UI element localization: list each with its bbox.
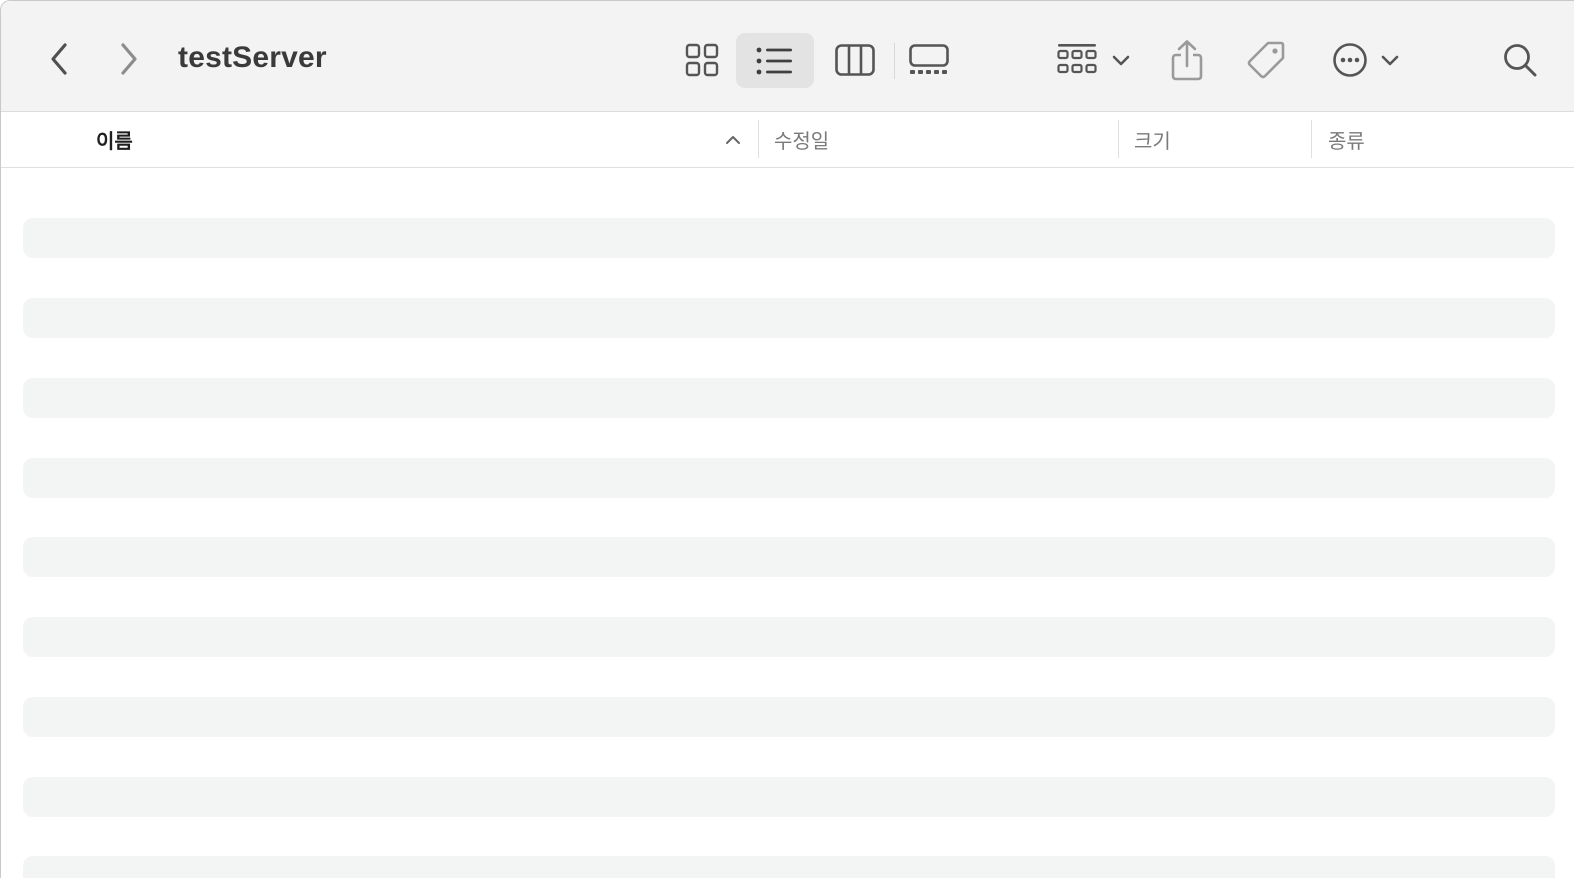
chevron-down-icon — [1112, 55, 1130, 66]
search-icon — [1504, 44, 1537, 77]
group-grid-icon — [1057, 44, 1097, 74]
loading-placeholder-row — [23, 378, 1555, 418]
column-date-modified-header[interactable]: 수정일 — [774, 112, 1114, 166]
file-list — [1, 168, 1574, 878]
loading-placeholder-row — [23, 697, 1555, 737]
column-kind-header[interactable]: 종류 — [1328, 112, 1558, 166]
more-actions-button[interactable] — [1326, 34, 1406, 86]
view-as-list-button[interactable] — [736, 33, 814, 88]
finder-window: testServer 이름 수정일 크기 종류 — [0, 0, 1574, 878]
share-button[interactable] — [1162, 34, 1212, 86]
search-button[interactable] — [1495, 34, 1545, 86]
view-as-gallery-button[interactable] — [902, 34, 956, 86]
grid-icon — [685, 43, 719, 77]
view-as-icons-button[interactable] — [675, 34, 729, 86]
column-divider[interactable] — [1118, 120, 1119, 158]
column-divider[interactable] — [1311, 120, 1312, 158]
column-date-modified-label: 수정일 — [774, 130, 830, 153]
column-name-label: 이름 — [96, 130, 133, 153]
loading-placeholder-row — [23, 458, 1555, 498]
forward-button[interactable] — [111, 39, 147, 79]
loading-placeholder-row — [23, 617, 1555, 657]
column-header: 이름 수정일 크기 종류 — [1, 112, 1574, 168]
toolbar: testServer — [1, 1, 1574, 112]
column-size-header[interactable]: 크기 — [1134, 112, 1304, 166]
column-size-label: 크기 — [1134, 130, 1171, 153]
toolbar-separator — [894, 43, 895, 79]
chevron-right-icon — [121, 43, 137, 75]
view-as-columns-button[interactable] — [828, 34, 882, 86]
list-icon — [756, 47, 792, 74]
tag-icon — [1247, 41, 1285, 79]
column-kind-label: 종류 — [1328, 130, 1365, 153]
chevron-down-icon — [1381, 55, 1399, 66]
loading-placeholder-row — [23, 856, 1555, 878]
ellipsis-circle-icon — [1333, 43, 1367, 77]
back-button[interactable] — [41, 39, 77, 79]
loading-placeholder-row — [23, 777, 1555, 817]
tag-button[interactable] — [1241, 34, 1291, 86]
loading-placeholder-row — [23, 298, 1555, 338]
chevron-left-icon — [51, 43, 67, 75]
group-button[interactable] — [1051, 34, 1137, 86]
column-divider[interactable] — [758, 120, 759, 158]
share-icon — [1171, 40, 1203, 81]
columns-icon — [835, 44, 875, 76]
loading-placeholder-row — [23, 218, 1555, 258]
column-name-header[interactable]: 이름 — [96, 112, 756, 166]
window-title: testServer — [178, 41, 327, 74]
gallery-icon — [909, 44, 949, 74]
sort-ascending-icon — [726, 136, 740, 144]
loading-placeholder-row — [23, 537, 1555, 577]
